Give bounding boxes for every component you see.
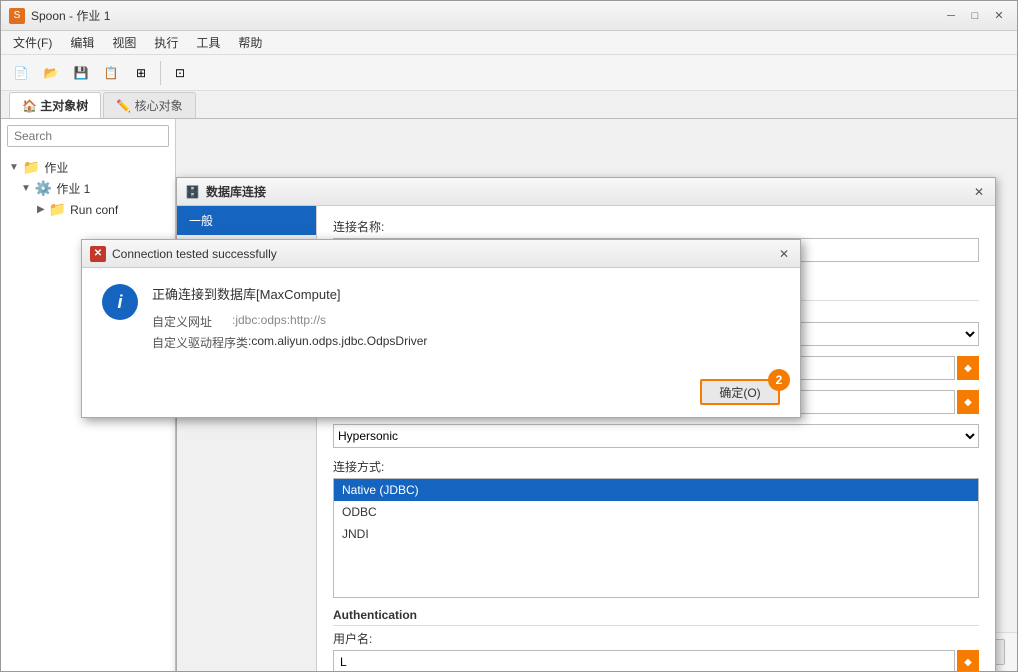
success-detail-2: 自定义驱动程序类 :com.aliyun.odps.jdbc.OdpsDrive… [152, 334, 780, 351]
runconf-icon: 📁 [49, 201, 66, 218]
success-body: i 正确连接到数据库[MaxCompute] 自定义网址 :jdbc:odps:… [82, 268, 800, 371]
username-edit-button[interactable]: ◆ [957, 650, 979, 671]
content-area: ▼ 📁 作业 ▼ ⚙️ 作业 1 ▶ 📁 Run conf [1, 119, 1017, 671]
auth-section-title: Authentication [333, 608, 979, 626]
detail2-label: 自定义驱动程序类 [152, 334, 248, 351]
success-close-btn[interactable]: ✕ [776, 246, 792, 262]
maximize-button[interactable]: □ [965, 6, 985, 26]
tab-icon-main: 🏠 [22, 99, 40, 113]
tree-item-job1[interactable]: ▼ ⚙️ 作业 1 [1, 178, 175, 199]
job-icon: ⚙️ [35, 180, 52, 197]
window-title: Spoon - 作业 1 [31, 7, 110, 24]
db-dialog-close[interactable]: ✕ [971, 184, 987, 200]
conn-method-jdbc[interactable]: Native (JDBC) [334, 479, 978, 501]
conn-method-list: Native (JDBC) ODBC JNDI [333, 478, 979, 598]
main-window: S Spoon - 作业 1 ─ □ ✕ 文件(F) 编辑 视图 执行 工具 帮… [0, 0, 1018, 672]
close-button[interactable]: ✕ [989, 6, 1009, 26]
tree-arrow-run: ▶ [37, 204, 45, 215]
tab-main-objects[interactable]: 🏠 主对象树 [9, 92, 101, 118]
jndi-label: JNDI [342, 527, 369, 541]
panel-menu-general[interactable]: 一般 [177, 206, 316, 235]
conn-method-odbc[interactable]: ODBC [334, 501, 978, 523]
search-input[interactable] [7, 125, 169, 147]
tree-label-runconf: Run conf [70, 203, 118, 217]
success-dialog: ✕ Connection tested successfully ✕ i 正确连… [81, 239, 801, 418]
tree-item-runconf[interactable]: ▶ 📁 Run conf [1, 199, 175, 220]
username-row: 用户名: ◆ [333, 630, 979, 671]
conn-name-label: 连接名称: [333, 218, 979, 235]
db-dialog-title: 🗄️ 数据库连接 [185, 183, 266, 200]
badge-2: 2 [768, 369, 790, 391]
menu-run[interactable]: 执行 [146, 32, 186, 53]
menu-general-label: 一般 [189, 214, 213, 228]
success-dialog-icon: ✕ [90, 246, 106, 262]
info-icon: i [102, 284, 138, 320]
username-label: 用户名: [333, 630, 979, 647]
toolbar-open[interactable]: 📂 [37, 59, 65, 87]
toolbar-saveas[interactable]: 📋 [97, 59, 125, 87]
toolbar-save[interactable]: 💾 [67, 59, 95, 87]
jdbc-label: Native (JDBC) [342, 483, 419, 497]
detail1-label: 自定义网址 [152, 313, 232, 330]
success-detail-1: 自定义网址 :jdbc:odps:http://s [152, 313, 780, 330]
detail2-value: :com.aliyun.odps.jdbc.OdpsDriver [248, 334, 780, 351]
toolbar-extra1[interactable]: ⊡ [166, 59, 194, 87]
db-dialog-titlebar: 🗄️ 数据库连接 ✕ [177, 178, 995, 206]
menu-bar: 文件(F) 编辑 视图 执行 工具 帮助 [1, 31, 1017, 55]
success-footer: 确定(O) 2 [82, 371, 800, 417]
success-title-label: Connection tested successfully [112, 247, 277, 261]
tab-core-label: 核心对象 [135, 99, 183, 113]
folder-icon: 📁 [23, 159, 40, 176]
tree-item-job[interactable]: ▼ 📁 作业 [1, 157, 175, 178]
username-input[interactable] [333, 650, 955, 671]
db-dialog-icon: 🗄️ [185, 185, 200, 199]
toolbar-sep [160, 61, 161, 85]
conn-method-jndi[interactable]: JNDI [334, 523, 978, 545]
tree-label-job: 作业 [44, 159, 68, 176]
conn-method-label: 连接方式: [333, 458, 979, 475]
success-content: 正确连接到数据库[MaxCompute] 自定义网址 :jdbc:odps:ht… [152, 284, 780, 355]
hypersonic-select[interactable]: Hypersonic [333, 424, 979, 448]
toolbar: 📄 📂 💾 📋 ⊞ ⊡ [1, 55, 1017, 91]
hypersonic-row: Hypersonic [333, 424, 979, 448]
db-dialog-title-text: 数据库连接 [206, 183, 266, 200]
tab-core-objects[interactable]: ✏️ 核心对象 [103, 92, 195, 118]
toolbar-layers[interactable]: ⊞ [127, 59, 155, 87]
success-main-text: 正确连接到数据库[MaxCompute] [152, 284, 780, 303]
title-bar: S Spoon - 作业 1 ─ □ ✕ [1, 1, 1017, 31]
driver-edit-button[interactable]: ◆ [957, 390, 979, 414]
sidebar-search-container [7, 125, 169, 147]
tab-bar: 🏠 主对象树 ✏️ 核心对象 [1, 91, 1017, 119]
window-controls: ─ □ ✕ [941, 6, 1009, 26]
menu-edit[interactable]: 编辑 [62, 32, 102, 53]
menu-tools[interactable]: 工具 [188, 32, 228, 53]
conn-method-row: 连接方式: Native (JDBC) ODBC JNDI [333, 458, 979, 598]
success-title-text: ✕ Connection tested successfully [90, 246, 277, 262]
menu-help[interactable]: 帮助 [230, 32, 270, 53]
title-bar-left: S Spoon - 作业 1 [9, 7, 110, 24]
toolbar-new[interactable]: 📄 [7, 59, 35, 87]
menu-file[interactable]: 文件(F) [5, 32, 60, 53]
menu-view[interactable]: 视图 [104, 32, 144, 53]
username-input-row: ◆ [333, 650, 979, 671]
minimize-button[interactable]: ─ [941, 6, 961, 26]
tab-main-label: 主对象树 [40, 99, 88, 113]
app-icon: S [9, 8, 25, 24]
tab-icon-core: ✏️ [116, 99, 134, 113]
tree-arrow-job1: ▼ [21, 183, 31, 194]
ok-btn-wrapper: 确定(O) 2 [700, 379, 780, 405]
tree-arrow-job: ▼ [9, 162, 19, 173]
success-titlebar: ✕ Connection tested successfully ✕ [82, 240, 800, 268]
odbc-label: ODBC [342, 505, 377, 519]
tree-label-job1: 作业 1 [56, 180, 90, 197]
url-edit-button[interactable]: ◆ [957, 356, 979, 380]
detail1-value: :jdbc:odps:http://s [232, 313, 780, 330]
